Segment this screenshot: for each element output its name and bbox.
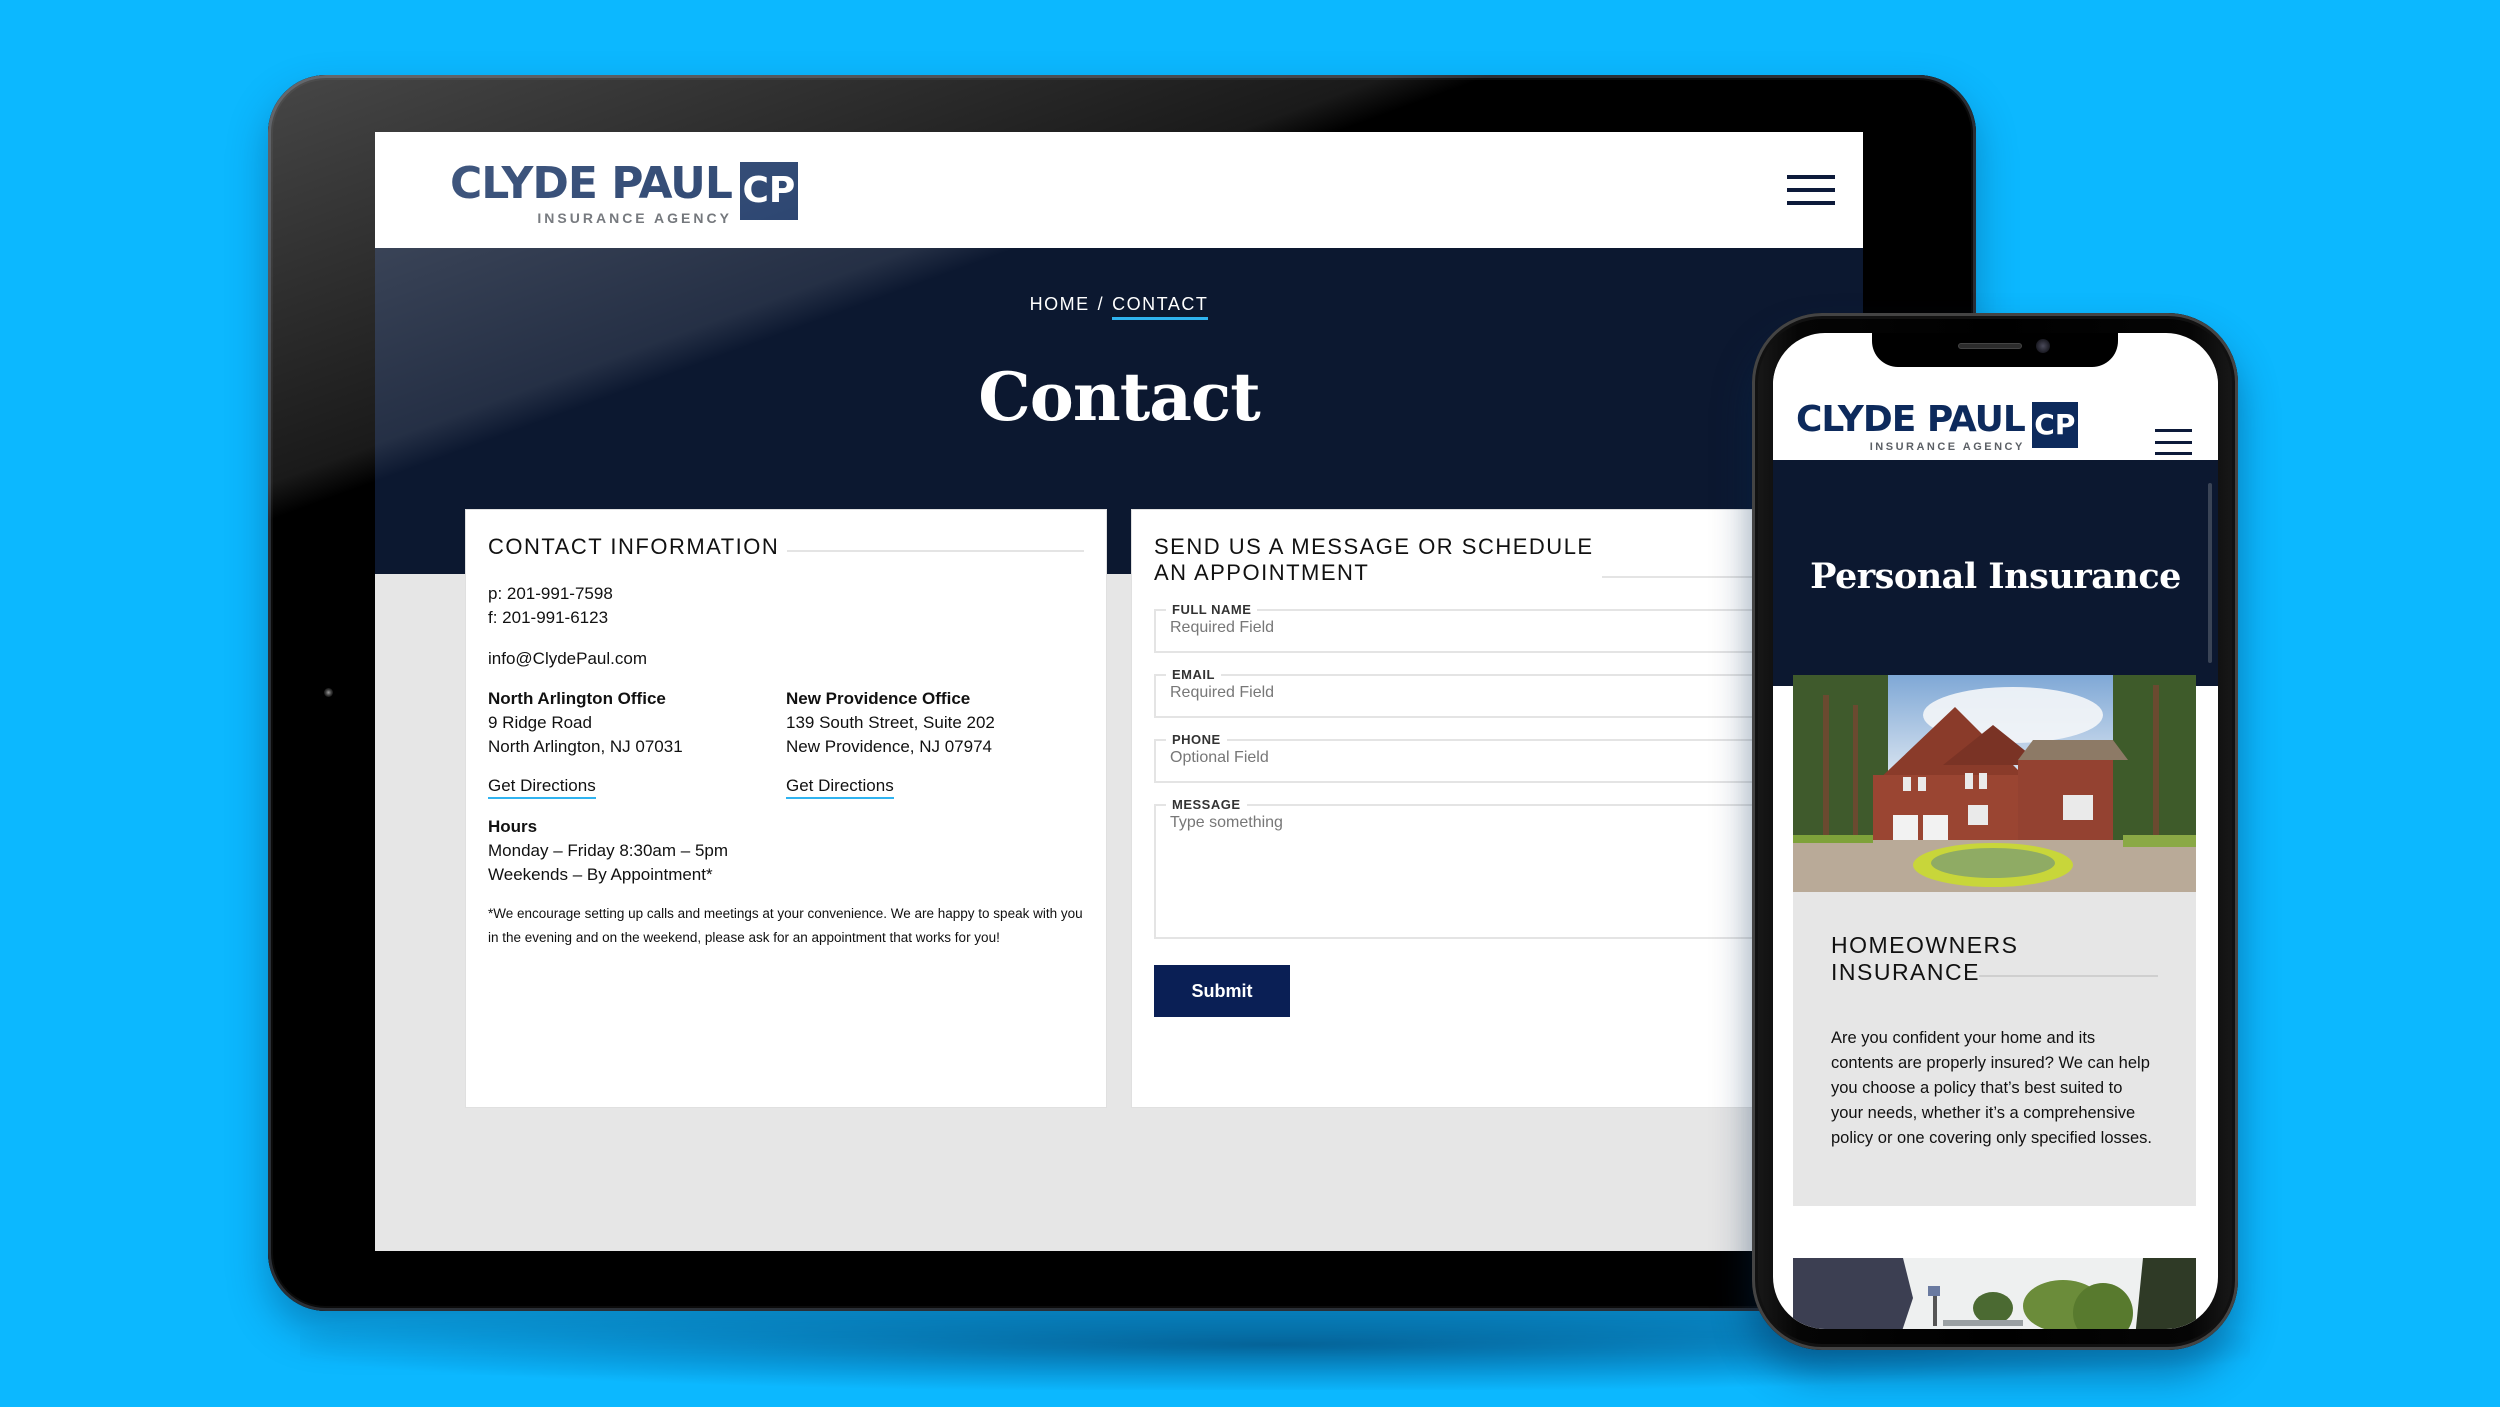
- message-label: MESSAGE: [1172, 797, 1241, 812]
- get-directions-link[interactable]: Get Directions: [786, 776, 894, 799]
- contact-info-card: CONTACT INFORMATION p: 201-991-7598 f: 2…: [465, 509, 1107, 1108]
- breadcrumb-separator: /: [1097, 294, 1105, 314]
- site-header: CLYDE PAUL INSURANCE AGENCY CP: [375, 132, 1863, 248]
- logo-mark-icon: CP: [739, 162, 798, 220]
- logo-mark-icon: CP: [2031, 402, 2078, 448]
- breadcrumb-current[interactable]: CONTACT: [1112, 294, 1209, 320]
- hamburger-menu-icon[interactable]: [2155, 429, 2192, 455]
- appointment-note: *We encourage setting up calls and meeti…: [488, 906, 1083, 945]
- office-hours: Hours Monday – Friday 8:30am – 5pm Weeke…: [488, 815, 1084, 887]
- office-address-line2: North Arlington, NJ 07031: [488, 737, 683, 756]
- house-photo: [1793, 675, 2196, 892]
- breadcrumb-home[interactable]: HOME: [1030, 294, 1090, 314]
- contact-info-heading-text: CONTACT INFORMATION: [488, 534, 780, 559]
- hours-weekend: Weekends – By Appointment*: [488, 865, 713, 884]
- coastal-road-photo-icon: [1793, 1258, 2196, 1329]
- logo-subtitle: INSURANCE AGENCY: [1869, 441, 2025, 453]
- office-new-providence: New Providence Office 139 South Street, …: [786, 687, 1084, 799]
- full-name-label: FULL NAME: [1172, 602, 1252, 617]
- heading-rule: [1979, 975, 2158, 977]
- office-north-arlington: North Arlington Office 9 Ridge Road Nort…: [488, 687, 786, 799]
- hamburger-menu-icon[interactable]: [1787, 175, 1835, 205]
- email-address[interactable]: info@ClydePaul.com: [488, 647, 1084, 671]
- hours-title: Hours: [488, 817, 538, 836]
- tablet-camera-icon: [324, 688, 333, 697]
- card-description: Are you confident your home and its cont…: [1831, 1029, 2153, 1147]
- contact-info-heading: CONTACT INFORMATION: [488, 534, 1084, 560]
- homeowners-insurance-card[interactable]: HOMEOWNERS INSURANCE Are you confident y…: [1793, 892, 2196, 1206]
- mobile-page-hero: Personal Insurance: [1773, 460, 2218, 686]
- logo-name: CLYDE PAUL: [450, 158, 733, 209]
- mobile-page-title: Personal Insurance: [1810, 556, 2181, 597]
- coastal-road-photo: [1793, 1258, 2196, 1329]
- logo-name: CLYDE PAUL: [1796, 399, 2026, 440]
- email-label: EMAIL: [1172, 667, 1215, 682]
- scrollbar[interactable]: [2208, 483, 2212, 663]
- speaker-icon: [1958, 343, 2022, 349]
- phone-number[interactable]: p: 201-991-7598: [488, 582, 1084, 606]
- office-name: New Providence Office: [786, 689, 971, 708]
- breadcrumb: HOME / CONTACT: [375, 294, 1863, 320]
- hours-weekday: Monday – Friday 8:30am – 5pm: [488, 841, 729, 860]
- site-logo[interactable]: CLYDE PAUL INSURANCE AGENCY CP: [450, 162, 798, 225]
- form-heading-text: SEND US A MESSAGE OR SCHEDULE AN APPOINT…: [1154, 534, 1594, 585]
- logo-subtitle: INSURANCE AGENCY: [537, 210, 732, 226]
- card-title: HOMEOWNERS INSURANCE: [1831, 932, 2158, 986]
- phone-input[interactable]: [1170, 747, 1852, 771]
- phone-notch: [1872, 333, 2118, 367]
- heading-rule: [787, 550, 1084, 552]
- office-address-line2: New Providence, NJ 07974: [786, 737, 993, 756]
- phone-label: PHONE: [1172, 732, 1221, 747]
- office-address-line1: 139 South Street, Suite 202: [786, 713, 995, 732]
- brick-house-photo-icon: [1793, 675, 2196, 892]
- phone-screen: CLYDE PAUL INSURANCE AGENCY CP Personal …: [1773, 333, 2218, 1329]
- mobile-site-logo[interactable]: CLYDE PAUL INSURANCE AGENCY CP: [1796, 402, 2078, 453]
- submit-button[interactable]: Submit: [1154, 965, 1290, 1017]
- card-title-text: HOMEOWNERS INSURANCE: [1831, 932, 2019, 985]
- office-name: North Arlington Office: [488, 689, 666, 708]
- fax-number: f: 201-991-6123: [488, 608, 609, 627]
- office-address-line1: 9 Ridge Road: [488, 713, 592, 732]
- front-camera-icon: [2036, 339, 2050, 353]
- page-title: Contact: [978, 358, 1260, 436]
- tablet-screen: CLYDE PAUL INSURANCE AGENCY CP HOME / CONT…: [375, 132, 1863, 1251]
- full-name-input[interactable]: [1170, 617, 1852, 641]
- email-input[interactable]: [1170, 682, 1852, 706]
- message-textarea[interactable]: [1170, 812, 1852, 922]
- get-directions-link[interactable]: Get Directions: [488, 776, 596, 799]
